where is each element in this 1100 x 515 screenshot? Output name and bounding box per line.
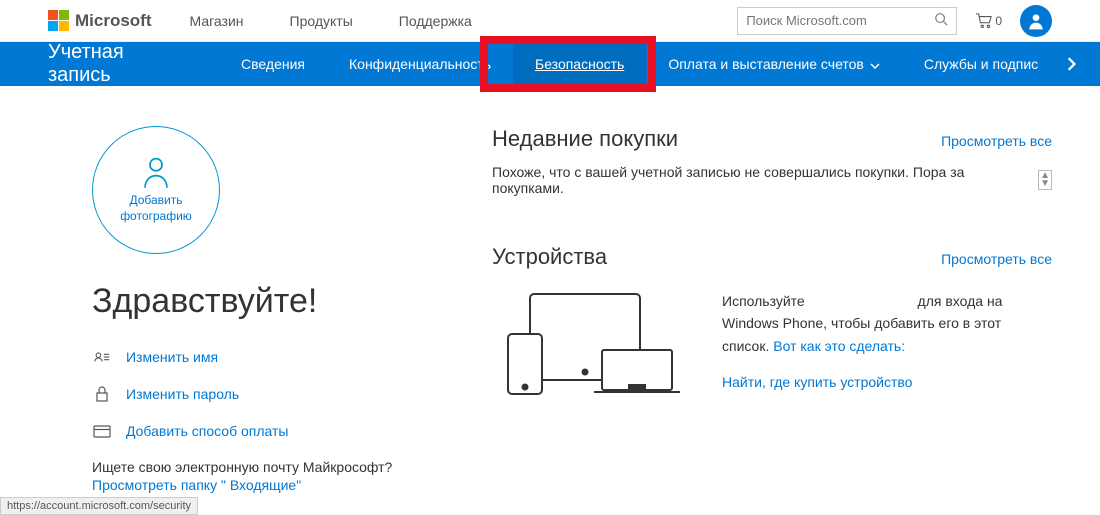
tab-security[interactable]: Безопасность — [513, 42, 646, 86]
cart-icon — [975, 13, 993, 29]
user-avatar[interactable] — [1020, 5, 1052, 37]
devices-content: Используйте для входа на Windows Phone, … — [492, 290, 1052, 403]
devices-header: Устройства Просмотреть все — [492, 244, 1052, 270]
top-right-cluster: 0 — [737, 5, 1052, 37]
tab-privacy[interactable]: Конфиденциальность — [327, 42, 513, 86]
cart-count: 0 — [995, 14, 1002, 28]
action-add-payment: Добавить способ оплаты — [92, 423, 432, 439]
purchases-header: Недавние покупки Просмотреть все — [492, 126, 1052, 152]
scroll-right-button[interactable] — [1060, 52, 1082, 76]
tab-services[interactable]: Службы и подпис — [902, 42, 1060, 86]
view-inbox-link[interactable]: Просмотреть папку " Входящие" — [92, 477, 432, 493]
devices-text-prefix: Используйте — [722, 293, 805, 309]
search-box[interactable] — [737, 7, 957, 35]
action-change-password: Изменить пароль — [92, 385, 432, 403]
person-outline-icon — [141, 155, 171, 189]
card-icon — [92, 425, 112, 438]
profile-column: Добавить фотографию Здравствуйте! Измени… — [92, 126, 432, 493]
email-question-text: Ищете свою электронную почту Майкрософт? — [92, 459, 432, 475]
contact-card-icon — [92, 350, 112, 364]
purchases-empty-text: Похоже, что с вашей учетной записью не с… — [492, 164, 1032, 196]
tab-billing-label: Оплата и выставление счетов — [668, 56, 864, 72]
email-prompt: Ищете свою электронную почту Майкрософт?… — [92, 459, 432, 493]
add-photo-label-2: фотографию — [120, 209, 192, 225]
overview-column: Недавние покупки Просмотреть все Похоже,… — [492, 126, 1052, 493]
devices-howto-link[interactable]: Вот как это сделать: — [773, 338, 905, 354]
purchases-empty-row: Похоже, что с вашей учетной записью не с… — [492, 164, 1052, 196]
devices-icon — [492, 290, 682, 400]
account-tabs: Сведения Конфиденциальность Безопасность… — [219, 42, 1060, 86]
devices-title: Устройства — [492, 244, 607, 270]
brand-text: Microsoft — [75, 11, 152, 31]
main-content: Добавить фотографию Здравствуйте! Измени… — [0, 86, 1100, 493]
purchases-view-all-link[interactable]: Просмотреть все — [941, 133, 1052, 149]
add-photo-label-1: Добавить — [129, 193, 182, 209]
account-title: Учетная запись — [48, 41, 179, 87]
status-bar-url: https://account.microsoft.com/security — [0, 497, 198, 515]
edit-name-link[interactable]: Изменить имя — [126, 349, 218, 365]
cart-button[interactable]: 0 — [975, 13, 1002, 29]
lock-icon — [92, 385, 112, 403]
nav-support[interactable]: Поддержка — [399, 13, 472, 29]
microsoft-squares-icon — [48, 10, 69, 31]
top-nav: Магазин Продукты Поддержка — [190, 13, 472, 29]
devices-illustration — [492, 290, 692, 403]
search-input[interactable] — [746, 13, 934, 28]
greeting-heading: Здравствуйте! — [92, 282, 432, 321]
devices-description: Используйте для входа на Windows Phone, … — [722, 290, 1052, 403]
search-icon[interactable] — [934, 12, 948, 29]
microsoft-logo[interactable]: Microsoft — [48, 10, 152, 31]
top-header: Microsoft Магазин Продукты Поддержка 0 — [0, 0, 1100, 42]
nav-store[interactable]: Магазин — [190, 13, 244, 29]
account-nav-bar: Учетная запись Сведения Конфиденциальнос… — [0, 42, 1100, 86]
tab-billing[interactable]: Оплата и выставление счетов — [646, 42, 902, 86]
sort-updown-icon[interactable]: ▲▼ — [1038, 170, 1052, 190]
action-edit-name: Изменить имя — [92, 349, 432, 365]
add-photo-button[interactable]: Добавить фотографию — [92, 126, 220, 254]
nav-products[interactable]: Продукты — [290, 13, 353, 29]
devices-find-link[interactable]: Найти, где купить устройство — [722, 371, 1052, 393]
tab-info[interactable]: Сведения — [219, 42, 327, 86]
devices-view-all-link[interactable]: Просмотреть все — [941, 251, 1052, 267]
add-payment-link[interactable]: Добавить способ оплаты — [126, 423, 288, 439]
change-password-link[interactable]: Изменить пароль — [126, 386, 239, 402]
purchases-title: Недавние покупки — [492, 126, 678, 152]
chevron-right-icon — [1066, 57, 1076, 71]
person-icon — [1026, 11, 1046, 31]
chevron-down-icon — [870, 56, 880, 72]
